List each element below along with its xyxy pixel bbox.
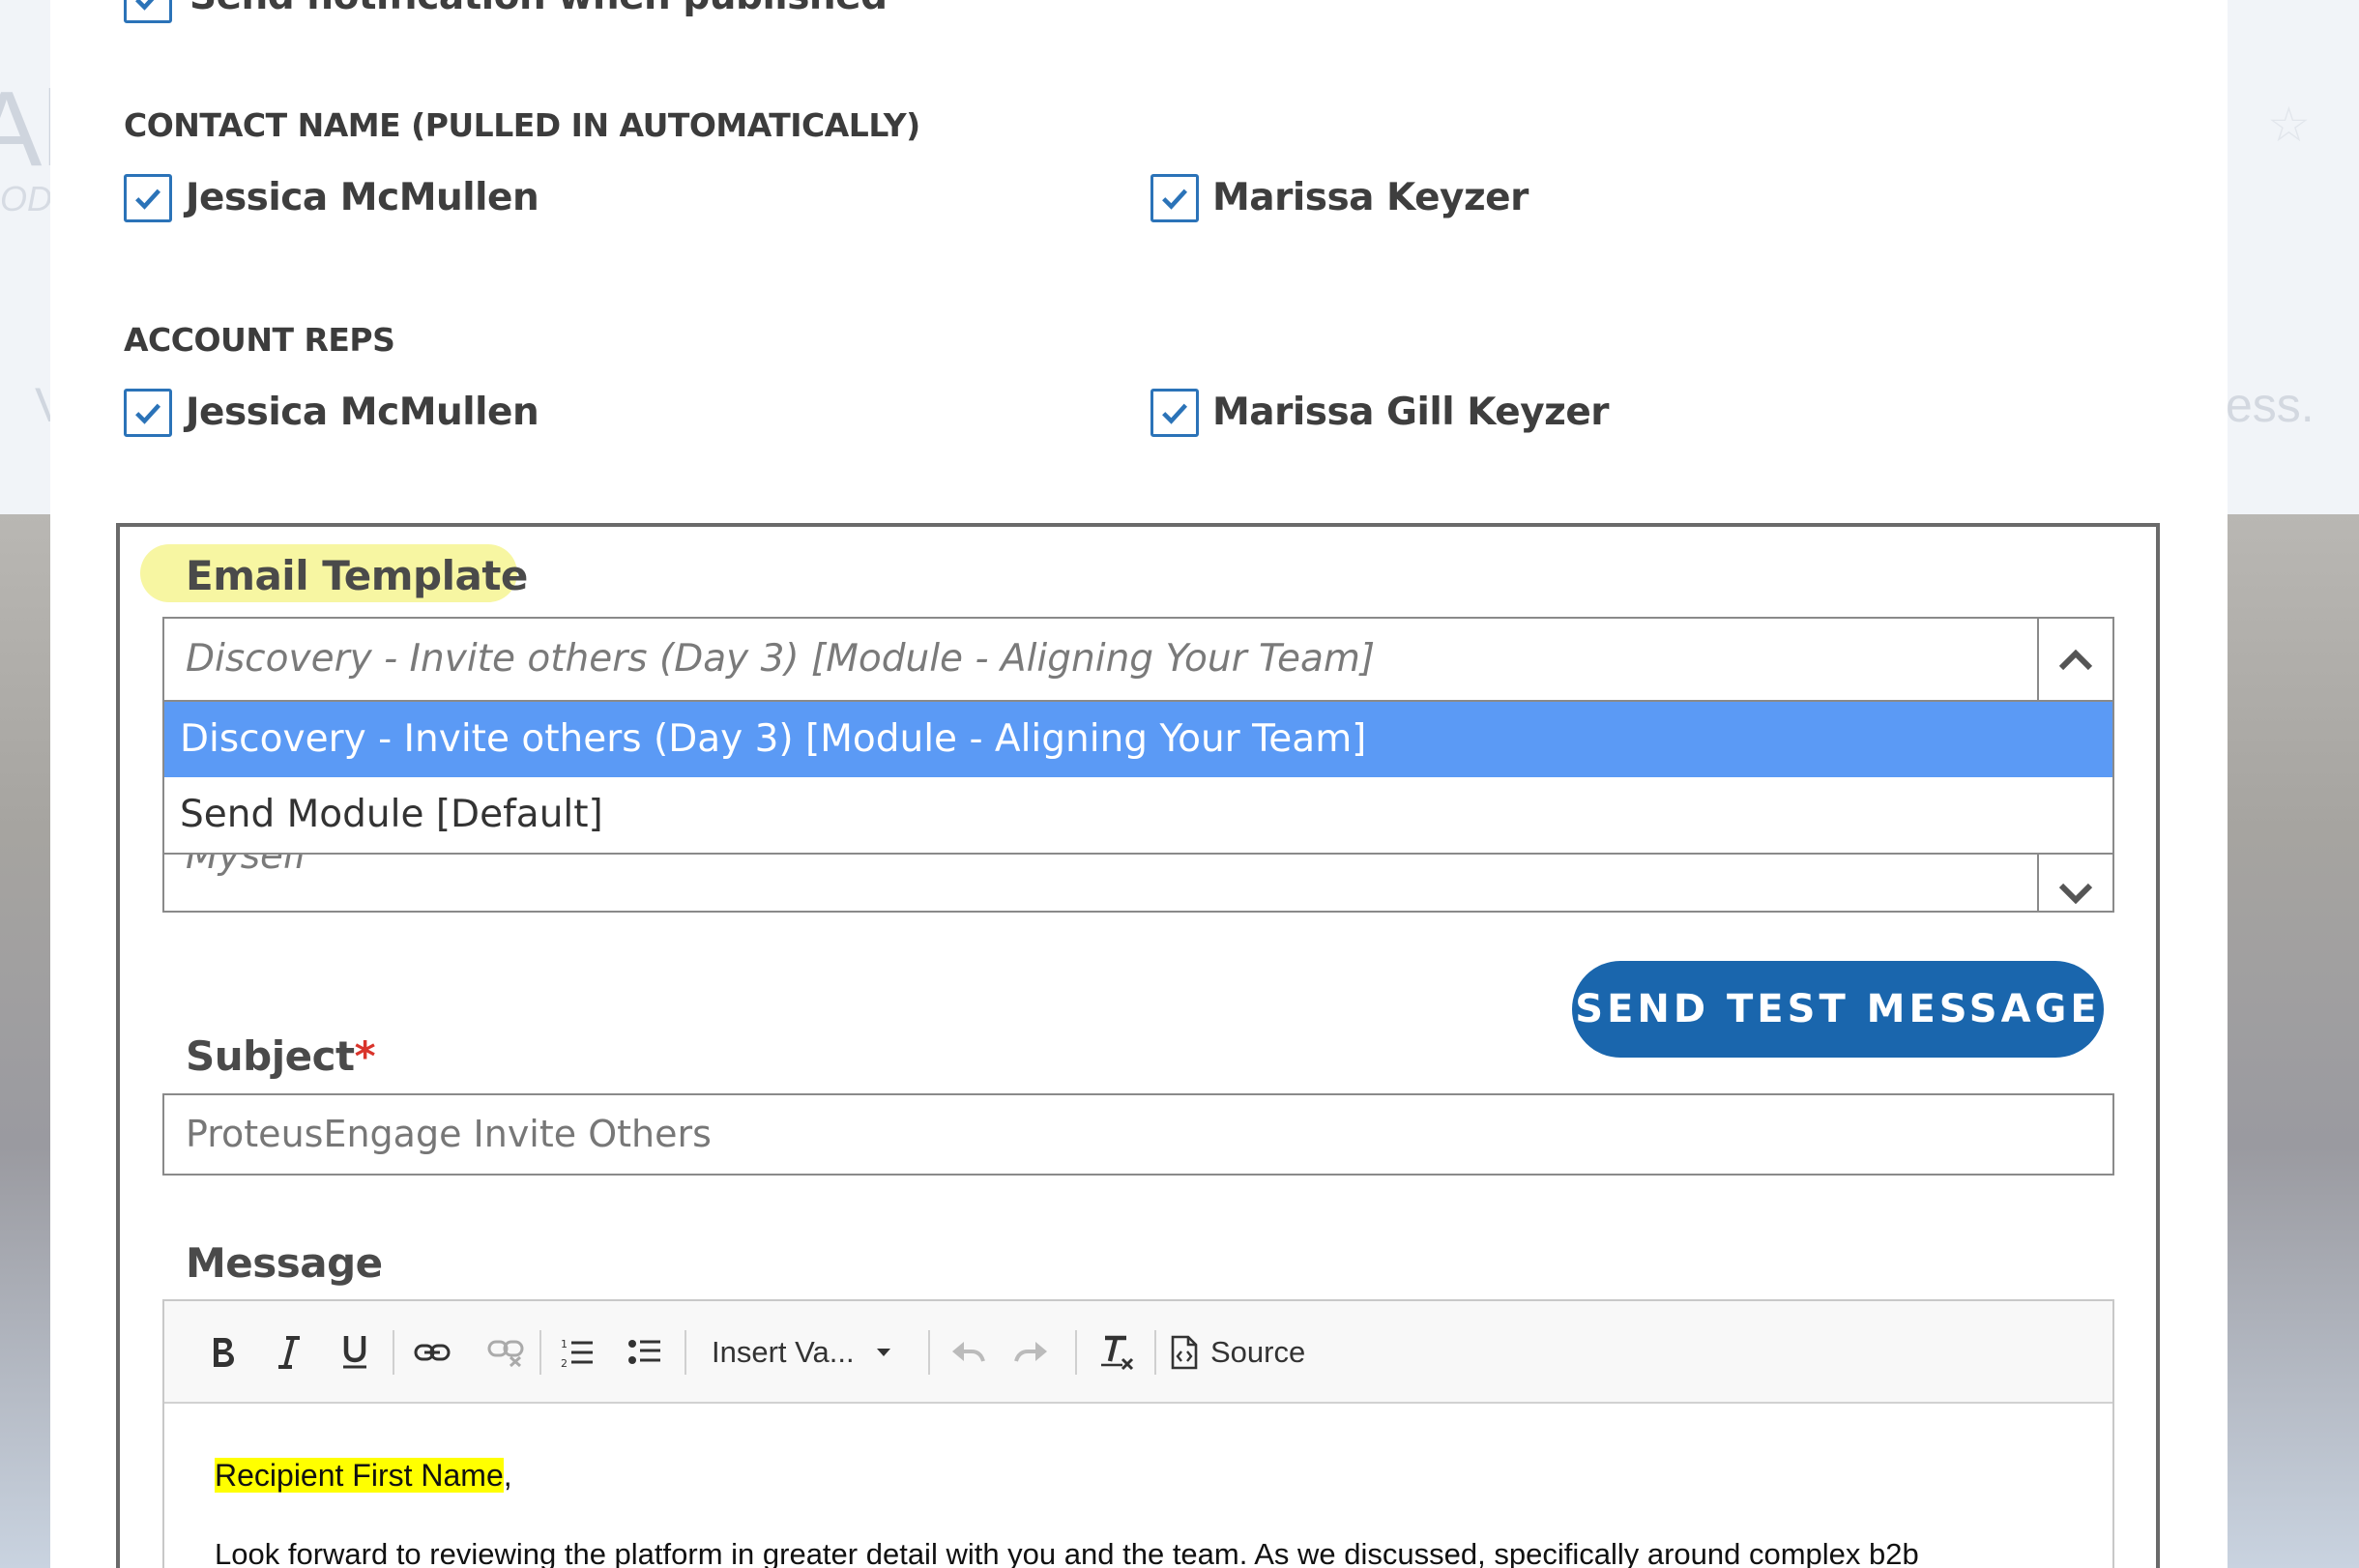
toolbar-separator bbox=[1154, 1330, 1156, 1375]
italic-button[interactable] bbox=[265, 1326, 313, 1379]
numbered-list-icon: 12 bbox=[561, 1338, 593, 1369]
editor-toolbar: 12 Insert Va... Source bbox=[164, 1301, 2112, 1404]
contact-marissa-checkbox[interactable] bbox=[1150, 174, 1199, 222]
remove-format-icon bbox=[1101, 1335, 1134, 1371]
unlink-icon bbox=[487, 1340, 524, 1367]
insert-variable-dropdown[interactable]: Insert Va... bbox=[712, 1326, 905, 1379]
svg-text:1: 1 bbox=[561, 1338, 568, 1350]
chevron-up-icon bbox=[2058, 649, 2093, 671]
link-icon bbox=[414, 1344, 451, 1361]
select-toggle[interactable] bbox=[2037, 619, 2112, 700]
send-notification-label: Send notification when published bbox=[189, 0, 888, 18]
rep-jessica-label: Jessica McMullen bbox=[186, 391, 539, 434]
redo-button[interactable] bbox=[1005, 1326, 1058, 1379]
underline-button[interactable] bbox=[331, 1326, 379, 1379]
unlink-button[interactable] bbox=[480, 1326, 532, 1379]
source-button[interactable]: Source bbox=[1170, 1326, 1315, 1379]
background-subtitle: OD bbox=[0, 179, 52, 218]
subject-input[interactable]: ProteusEngage Invite Others bbox=[162, 1093, 2114, 1176]
rep-marissa-label: Marissa Gill Keyzer bbox=[1212, 391, 1610, 434]
dropdown-option[interactable]: Discovery - Invite others (Day 3) [Modul… bbox=[164, 702, 2112, 777]
bold-button[interactable] bbox=[199, 1326, 248, 1379]
source-label: Source bbox=[1210, 1335, 1306, 1369]
toolbar-separator bbox=[539, 1330, 541, 1375]
numbered-list-button[interactable]: 12 bbox=[551, 1326, 603, 1379]
toolbar-separator bbox=[684, 1330, 686, 1375]
check-icon bbox=[135, 403, 161, 424]
check-icon bbox=[1162, 403, 1188, 424]
required-mark: * bbox=[354, 1032, 376, 1080]
message-paragraph: Look forward to reviewing the platform i… bbox=[215, 1537, 1919, 1568]
contact-name-heading: CONTACT NAME (PULLED IN AUTOMATICALLY) bbox=[124, 106, 920, 144]
undo-icon bbox=[952, 1342, 985, 1362]
email-template-label: Email Template bbox=[186, 552, 528, 599]
bulleted-list-icon bbox=[628, 1340, 660, 1364]
insert-variable-label: Insert Va... bbox=[712, 1335, 855, 1369]
caret-down-icon bbox=[876, 1349, 890, 1356]
rep-marissa-checkbox[interactable] bbox=[1150, 389, 1199, 437]
bold-icon bbox=[214, 1338, 234, 1367]
link-button[interactable] bbox=[406, 1326, 458, 1379]
check-icon bbox=[135, 189, 161, 210]
dropdown-option[interactable]: Send Module [Default] bbox=[164, 777, 2112, 853]
toolbar-separator bbox=[393, 1330, 394, 1375]
send-notification-checkbox[interactable] bbox=[124, 0, 172, 23]
check-icon bbox=[135, 0, 155, 11]
account-reps-heading: ACCOUNT REPS bbox=[124, 321, 395, 359]
chevron-down-icon bbox=[2058, 883, 2093, 905]
bulleted-list-button[interactable] bbox=[619, 1326, 671, 1379]
toolbar-separator bbox=[928, 1330, 930, 1375]
underline-icon bbox=[343, 1336, 366, 1369]
message-editor[interactable]: 12 Insert Va... Source Recipient First N… bbox=[162, 1299, 2114, 1568]
redo-icon bbox=[1014, 1342, 1047, 1362]
background-text-right: ess. bbox=[2226, 378, 2315, 432]
check-icon bbox=[1162, 189, 1188, 210]
toolbar-separator bbox=[1075, 1330, 1077, 1375]
contact-jessica-checkbox[interactable] bbox=[124, 174, 172, 222]
merge-field-line: Recipient First Name, bbox=[215, 1458, 512, 1493]
remove-format-button[interactable] bbox=[1091, 1326, 1143, 1379]
subject-value: ProteusEngage Invite Others bbox=[186, 1113, 712, 1155]
undo-button[interactable] bbox=[942, 1326, 994, 1379]
italic-icon bbox=[278, 1336, 300, 1369]
email-template-dropdown: Discovery - Invite others (Day 3) [Modul… bbox=[162, 700, 2114, 855]
svg-text:2: 2 bbox=[561, 1357, 568, 1369]
message-label: Message bbox=[186, 1239, 383, 1287]
contact-jessica-label: Jessica McMullen bbox=[186, 176, 539, 219]
rep-jessica-checkbox[interactable] bbox=[124, 389, 172, 437]
email-template-select[interactable]: Discovery - Invite others (Day 3) [Modul… bbox=[162, 617, 2114, 702]
contact-marissa-label: Marissa Keyzer bbox=[1212, 176, 1529, 219]
send-test-message-button[interactable]: SEND TEST MESSAGE bbox=[1572, 961, 2104, 1058]
star-icon: ☆ bbox=[2267, 98, 2311, 152]
source-icon bbox=[1171, 1335, 1198, 1370]
email-template-value: Discovery - Invite others (Day 3) [Modul… bbox=[186, 637, 1376, 681]
merge-field[interactable]: Recipient First Name bbox=[215, 1458, 504, 1493]
subject-label: Subject* bbox=[186, 1032, 376, 1080]
